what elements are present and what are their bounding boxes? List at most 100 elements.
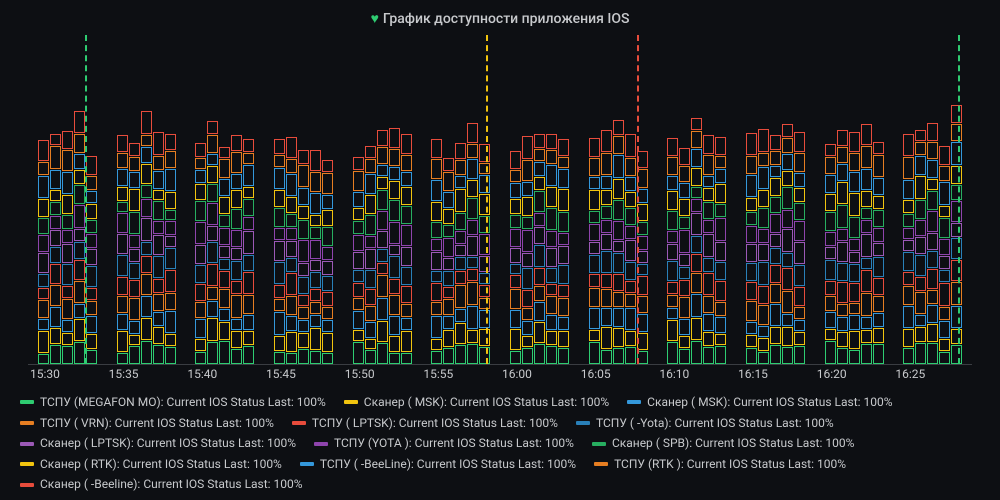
tick-group	[264, 35, 343, 364]
legend-item[interactable]: Сканер ( RTK): Current IOS Status Last: …	[20, 455, 282, 474]
legend-item[interactable]: ТСПУ ( -BeeLine): Current IOS Status Las…	[300, 455, 576, 474]
tick-group	[107, 35, 186, 364]
bar-stack	[679, 35, 690, 364]
bar-segment	[243, 153, 254, 164]
bar-segment	[38, 354, 49, 365]
bar-stack	[837, 35, 848, 364]
bar-stack	[589, 35, 600, 364]
bar-segment	[770, 166, 781, 177]
legend-label: ТСПУ ( -BeeLine): Current IOS Status Las…	[320, 455, 576, 474]
bar-segment	[74, 111, 85, 134]
bar-segment	[927, 343, 938, 364]
bars-container	[28, 35, 972, 364]
bar-segment	[231, 209, 242, 230]
bar-segment	[62, 264, 73, 285]
bar-segment	[165, 192, 176, 209]
tick-group	[28, 35, 107, 364]
bar-segment	[794, 221, 805, 241]
bar-segment	[129, 249, 140, 262]
bar-segment	[389, 336, 400, 352]
bar-stack	[165, 35, 176, 364]
bar-segment	[310, 193, 321, 214]
bar-segment	[86, 176, 97, 190]
bar-segment	[861, 270, 872, 292]
legend-item[interactable]: ТСПУ ( -Yota): Current IOS Status Last: …	[576, 414, 834, 433]
bar-segment	[758, 208, 769, 228]
legend-swatch	[20, 421, 34, 425]
bar-segment	[38, 162, 49, 175]
bar-segment	[703, 296, 714, 313]
bar-segment	[62, 215, 73, 229]
bar-segment	[770, 345, 781, 364]
bar-segment	[129, 212, 140, 234]
legend-item[interactable]: Сканер ( MSK): Current IOS Status Last: …	[627, 393, 892, 412]
bar-segment	[298, 307, 309, 319]
bar-segment	[141, 296, 152, 317]
chart-area[interactable]: 15:3015:3515:4015:4515:5015:5516:0016:05…	[8, 35, 992, 387]
bar-segment	[353, 311, 364, 329]
bar-segment	[129, 346, 140, 364]
bar-segment	[365, 236, 376, 249]
bar-stack	[243, 35, 254, 364]
legend-item[interactable]: ТСПУ ( LPTSK): Current IOS Status Last: …	[292, 414, 558, 433]
bar-segment	[365, 159, 376, 173]
legend-item[interactable]: ТСПУ (RTK ): Current IOS Status Last: 10…	[594, 455, 846, 474]
bar-segment	[546, 248, 557, 267]
bar-segment	[377, 231, 388, 248]
legend-item[interactable]: Сканер ( LPTSK): Current IOS Status Last…	[20, 434, 296, 453]
bar-segment	[129, 143, 140, 155]
bar-segment	[86, 204, 97, 219]
bar-segment	[443, 299, 454, 315]
bar-segment	[613, 328, 624, 348]
bar-segment	[715, 281, 726, 301]
legend-swatch	[314, 442, 328, 446]
bar-segment	[861, 146, 872, 168]
bar-segment	[915, 255, 926, 277]
bar-segment	[837, 263, 848, 281]
bar-segment	[534, 245, 545, 267]
bar-segment	[389, 167, 400, 180]
bar-stack	[365, 35, 376, 364]
bar-segment	[353, 171, 364, 191]
bar-segment	[365, 350, 376, 364]
bar-segment	[770, 178, 781, 196]
bar-stack	[86, 35, 97, 364]
legend-item[interactable]: Сканер ( SPB): Current IOS Status Last: …	[592, 434, 854, 453]
bar-segment	[522, 336, 533, 347]
bar-segment	[637, 151, 648, 168]
bar-segment	[117, 255, 128, 276]
bar-segment	[467, 344, 478, 364]
bar-segment	[165, 311, 176, 333]
tick-group	[579, 35, 658, 364]
bar-stack	[62, 35, 73, 364]
bar-segment	[746, 322, 757, 335]
bar-segment	[873, 196, 884, 209]
legend-item[interactable]: ТСПУ (YOTA ): Current IOS Status Last: 1…	[314, 434, 574, 453]
bar-segment	[401, 206, 412, 224]
bar-segment	[794, 188, 805, 201]
bar-segment	[298, 206, 309, 219]
bar-segment	[467, 306, 478, 329]
x-tick-label: 16:10	[657, 367, 736, 387]
bar-segment	[927, 233, 938, 250]
bar-segment	[703, 314, 714, 331]
bar-segment	[667, 261, 678, 282]
bar-segment	[703, 258, 714, 272]
bar-segment	[165, 134, 176, 149]
bar-segment	[50, 134, 61, 146]
bar-segment	[322, 247, 333, 259]
bar-segment	[837, 229, 848, 241]
bar-segment	[782, 291, 793, 313]
legend-item[interactable]: Сканер ( MSK): Current IOS Status Last: …	[344, 393, 609, 412]
bar-segment	[534, 227, 545, 244]
bar-segment	[74, 170, 85, 184]
bar-segment	[219, 215, 230, 227]
bar-segment	[401, 267, 412, 286]
legend-item[interactable]: Сканер ( -Beeline): Current IOS Status L…	[20, 475, 303, 494]
legend-item[interactable]: ТСПУ ( VRN): Current IOS Status Last: 10…	[20, 414, 274, 433]
legend-item[interactable]: ТСПУ (MEGAFON MO): Current IOS Status La…	[20, 393, 326, 412]
bar-segment	[62, 286, 73, 298]
x-tick-label: 16:05	[579, 367, 658, 387]
bar-segment	[467, 282, 478, 305]
bar-segment	[691, 118, 702, 130]
